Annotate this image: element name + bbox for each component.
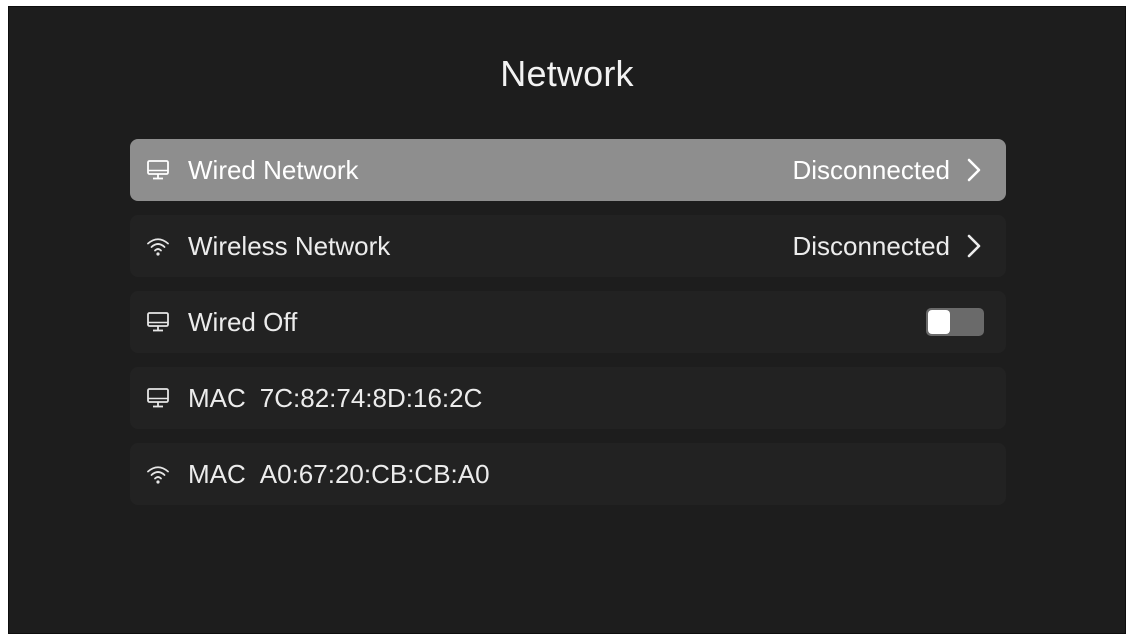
chevron-right-icon [964,156,984,184]
wifi-icon [146,234,170,258]
wireless-network-item[interactable]: Wireless Network Disconnected [130,215,1006,277]
wired-network-status: Disconnected [792,154,950,185]
wireless-mac-address: A0:67:20:CB:CB:A0 [259,458,490,489]
toggle-knob [928,310,950,334]
network-settings-screen: Network Wired Network Disconnected Wirel… [8,6,1126,634]
wired-mac-address: 7C:82:74:8D:16:2C [259,382,483,413]
network-settings-list: Wired Network Disconnected Wireless Netw… [130,139,1006,519]
wired-off-item[interactable]: Wired Off [130,291,1006,353]
wireless-network-status: Disconnected [792,230,950,261]
wireless-network-label: Wireless Network [188,230,391,261]
chevron-right-icon [964,232,984,260]
wired-network-item[interactable]: Wired Network Disconnected [130,139,1006,201]
wired-off-label: Wired Off [188,306,298,337]
wired-network-label: Wired Network [188,154,359,185]
wired-mac-item: MAC 7C:82:74:8D:16:2C [130,367,1006,429]
wired-off-toggle[interactable] [926,308,984,336]
mac-key-label: MAC [188,458,246,489]
page-title: Network [500,53,634,94]
wireless-mac-text: MAC A0:67:20:CB:CB:A0 [188,459,984,490]
monitor-icon [146,158,170,182]
wired-mac-text: MAC 7C:82:74:8D:16:2C [188,383,984,414]
wireless-mac-item: MAC A0:67:20:CB:CB:A0 [130,443,1006,505]
wifi-icon [146,462,170,486]
mac-key-label: MAC [188,382,246,413]
monitor-icon [146,310,170,334]
monitor-icon [146,386,170,410]
